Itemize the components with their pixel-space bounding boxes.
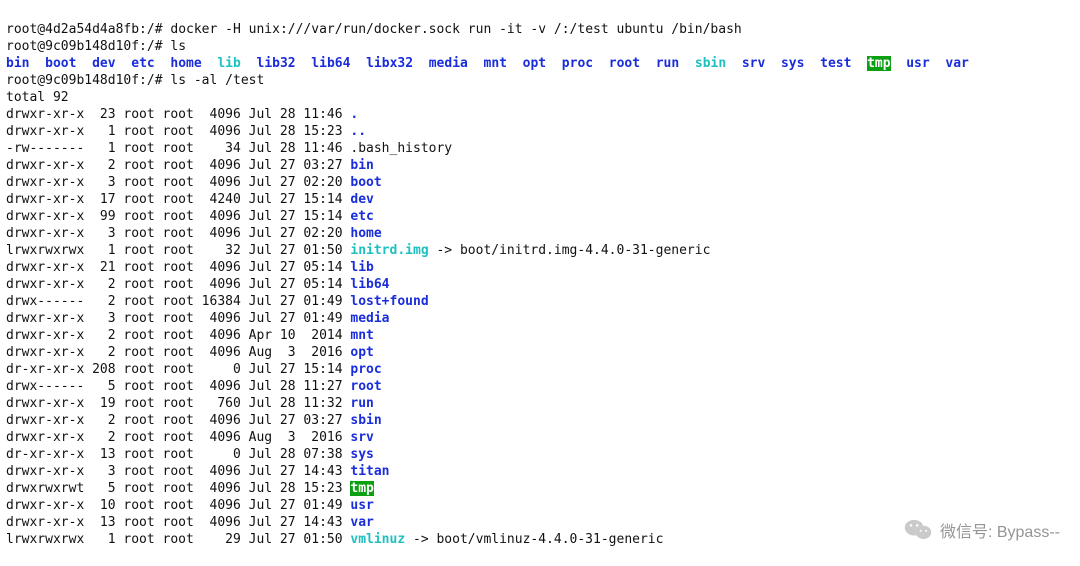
terminal-output: root@4d2a54d4a8fb:/# docker -H unix:///v… (0, 0, 1080, 552)
total-line: total 92 (6, 90, 69, 105)
file-proc: proc (350, 362, 381, 377)
list-row: drwxr-xr-x 3 root root 4096 Jul 27 02:20… (6, 175, 382, 190)
file-opt: opt (350, 345, 373, 360)
list-row: lrwxrwxrwx 1 root root 29 Jul 27 01:50 v… (6, 532, 663, 547)
dir-entry-etc: etc (131, 56, 154, 71)
list-row: drwxr-xr-x 1 root root 4096 Jul 28 15:23… (6, 124, 366, 139)
file-titan: titan (350, 464, 389, 479)
file-var: var (350, 515, 373, 530)
prompt-3: root@9c09b148d10f:/# ls -al /test (6, 73, 264, 88)
file-etc: etc (350, 209, 373, 224)
list-row: drwxr-xr-x 21 root root 4096 Jul 27 05:1… (6, 260, 374, 275)
file-..: .. (350, 124, 366, 139)
list-row: drwxr-xr-x 99 root root 4096 Jul 27 15:1… (6, 209, 374, 224)
dir-entry-lib32: lib32 (257, 56, 296, 71)
list-row: drwxr-xr-x 2 root root 4096 Aug 3 2016 s… (6, 430, 374, 445)
file-run: run (350, 396, 373, 411)
prompt-2: root@9c09b148d10f:/# ls (6, 39, 186, 54)
dir-entry-lib64: lib64 (311, 56, 350, 71)
file-bin: bin (350, 158, 373, 173)
list-row: drwxr-xr-x 3 root root 4096 Jul 27 01:49… (6, 311, 390, 326)
file-mnt: mnt (350, 328, 373, 343)
dir-entry-libx32: libx32 (366, 56, 413, 71)
file-.: . (350, 107, 358, 122)
list-row: drwxr-xr-x 23 root root 4096 Jul 28 11:4… (6, 107, 358, 122)
list-row: drwxr-xr-x 2 root root 4096 Jul 27 05:14… (6, 277, 390, 292)
file-tmp: tmp (350, 481, 373, 496)
dir-entry-tmp: tmp (867, 56, 890, 71)
list-row: drwxr-xr-x 3 root root 4096 Jul 27 14:43… (6, 464, 390, 479)
dir-entry-run: run (656, 56, 679, 71)
list-row: dr-xr-xr-x 13 root root 0 Jul 28 07:38 s… (6, 447, 374, 462)
dir-entry-lib: lib (217, 56, 240, 71)
dir-entry-srv: srv (742, 56, 765, 71)
file-media: media (350, 311, 389, 326)
dir-entry-dev: dev (92, 56, 115, 71)
file-initrd.img: initrd.img (350, 243, 428, 258)
file-lib: lib (350, 260, 373, 275)
list-row: drwxr-xr-x 2 root root 4096 Aug 3 2016 o… (6, 345, 374, 360)
list-row: drwxr-xr-x 17 root root 4240 Jul 27 15:1… (6, 192, 374, 207)
dir-entry-sys: sys (781, 56, 804, 71)
dir-entry-opt: opt (523, 56, 546, 71)
list-row: drwxr-xr-x 19 root root 760 Jul 28 11:32… (6, 396, 374, 411)
dir-entry-sbin: sbin (695, 56, 726, 71)
list-row: drwxr-xr-x 2 root root 4096 Jul 27 03:27… (6, 158, 374, 173)
file-dev: dev (350, 192, 373, 207)
list-row: drwxr-xr-x 13 root root 4096 Jul 27 14:4… (6, 515, 374, 530)
dir-entry-test: test (820, 56, 851, 71)
file-sbin: sbin (350, 413, 381, 428)
list-row: drwxrwxrwt 5 root root 4096 Jul 28 15:23… (6, 481, 374, 496)
list-row: drwx------ 2 root root 16384 Jul 27 01:4… (6, 294, 429, 309)
file-lost+found: lost+found (350, 294, 428, 309)
file-boot: boot (350, 175, 381, 190)
dir-entry-root: root (609, 56, 640, 71)
list-row: dr-xr-xr-x 208 root root 0 Jul 27 15:14 … (6, 362, 382, 377)
file-lib64: lib64 (350, 277, 389, 292)
dir-entry-mnt: mnt (484, 56, 507, 71)
list-row: drwxr-xr-x 10 root root 4096 Jul 27 01:4… (6, 498, 374, 513)
ls-short-listing: bin boot dev etc home lib lib32 lib64 li… (6, 56, 969, 71)
dir-entry-proc: proc (562, 56, 593, 71)
list-row: lrwxrwxrwx 1 root root 32 Jul 27 01:50 i… (6, 243, 710, 258)
file-srv: srv (350, 430, 373, 445)
list-row: drwxr-xr-x 2 root root 4096 Apr 10 2014 … (6, 328, 374, 343)
file-root: root (350, 379, 381, 394)
prompt-1: root@4d2a54d4a8fb:/# docker -H unix:///v… (6, 22, 742, 37)
list-row: drwx------ 5 root root 4096 Jul 28 11:27… (6, 379, 382, 394)
ls-long-listing: drwxr-xr-x 23 root root 4096 Jul 28 11:4… (6, 107, 710, 547)
file-home: home (350, 226, 381, 241)
dir-entry-boot: boot (45, 56, 76, 71)
file-.bash_history: .bash_history (350, 141, 452, 156)
dir-entry-bin: bin (6, 56, 29, 71)
dir-entry-media: media (429, 56, 468, 71)
dir-entry-usr: usr (906, 56, 929, 71)
file-vmlinuz: vmlinuz (350, 532, 405, 547)
list-row: drwxr-xr-x 2 root root 4096 Jul 27 03:27… (6, 413, 382, 428)
dir-entry-var: var (945, 56, 968, 71)
dir-entry-home: home (170, 56, 201, 71)
file-sys: sys (350, 447, 373, 462)
list-row: -rw------- 1 root root 34 Jul 28 11:46 .… (6, 141, 452, 156)
file-usr: usr (350, 498, 373, 513)
list-row: drwxr-xr-x 3 root root 4096 Jul 27 02:20… (6, 226, 382, 241)
